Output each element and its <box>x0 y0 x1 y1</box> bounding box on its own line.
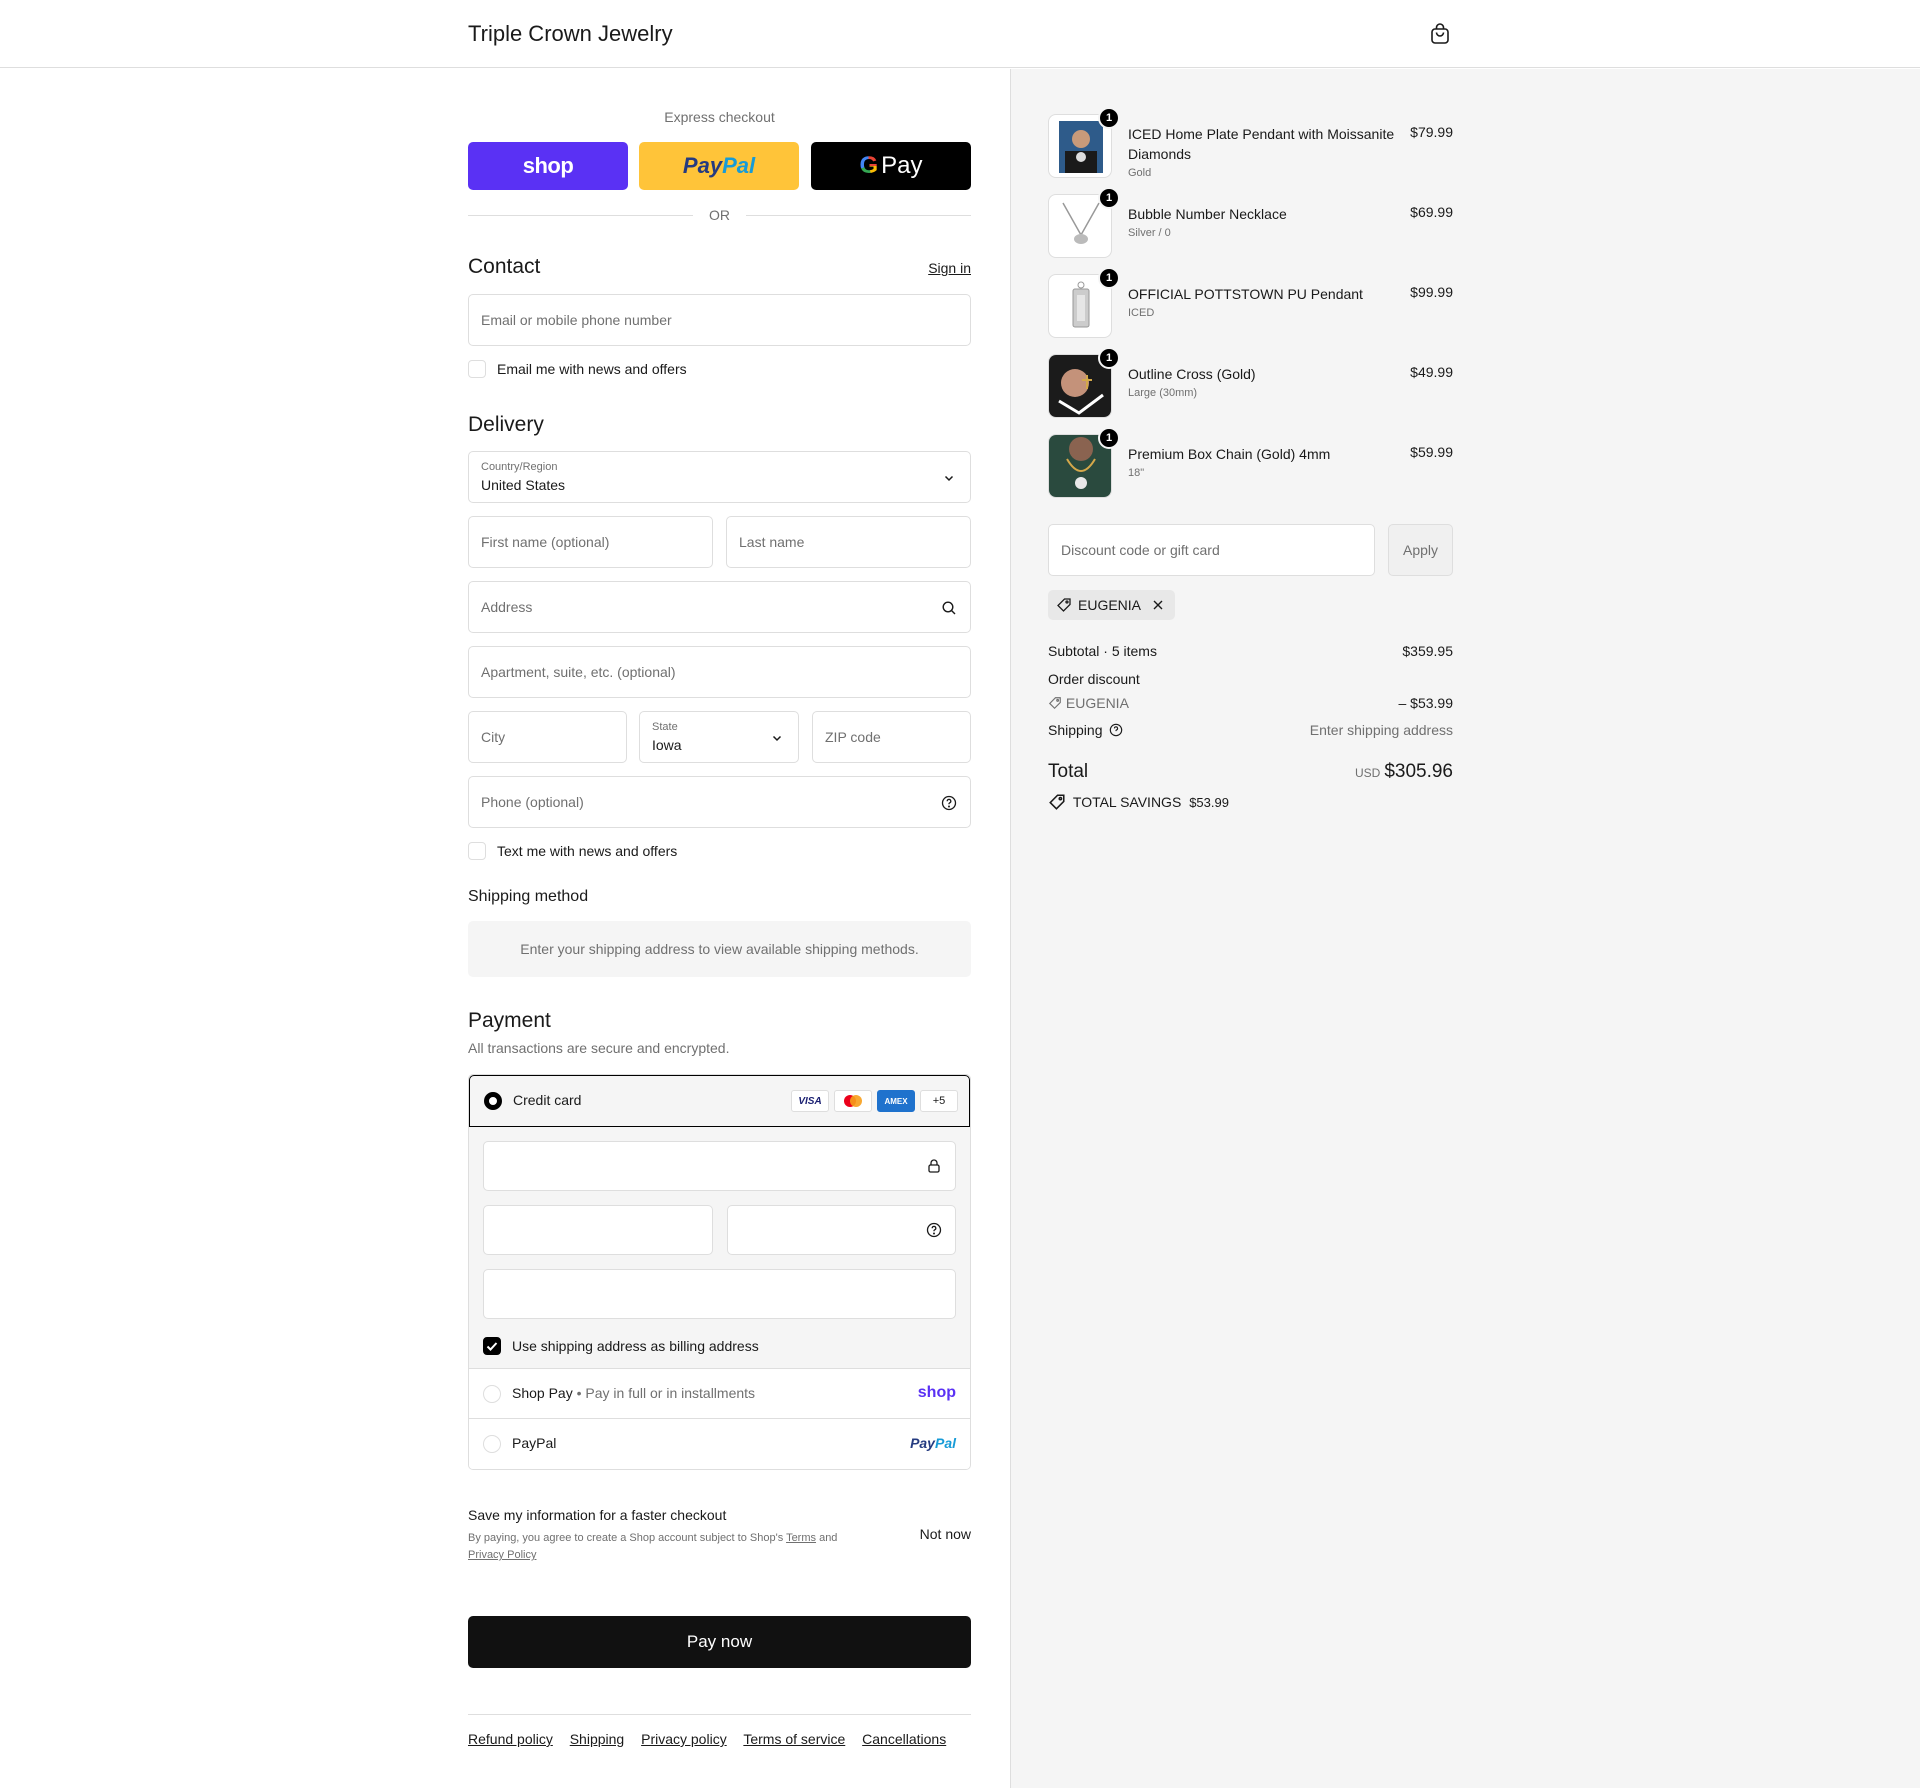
chevron-down-icon <box>944 475 954 482</box>
privacy-policy-link[interactable]: Privacy Policy <box>468 1549 536 1561</box>
quantity-badge: 1 <box>1098 267 1120 289</box>
text-news-label: Text me with news and offers <box>497 843 678 859</box>
lock-icon <box>928 1159 940 1173</box>
refund-policy-link[interactable]: Refund policy <box>468 1731 553 1747</box>
security-code-field[interactable] <box>727 1205 956 1255</box>
help-circle-icon[interactable] <box>926 1222 942 1238</box>
or-divider: OR <box>468 205 971 225</box>
paypal-option[interactable]: PayPal PayPal <box>469 1419 970 1469</box>
email-news-checkbox[interactable] <box>468 360 486 378</box>
amex-icon: AMEX <box>877 1090 915 1112</box>
text-news-checkbox[interactable] <box>468 842 486 860</box>
close-icon[interactable] <box>1151 598 1165 612</box>
terms-of-service-link[interactable]: Terms of service <box>743 1731 845 1747</box>
footer-divider <box>468 1714 971 1715</box>
visa-icon: VISA <box>791 1090 829 1112</box>
paypal-logo: PayPal <box>910 1435 956 1451</box>
name-on-card-field[interactable] <box>483 1269 956 1319</box>
shopping-bag-icon[interactable] <box>1428 22 1452 46</box>
email-news-label: Email me with news and offers <box>497 361 687 377</box>
country-select[interactable]: Country/Region United States <box>468 451 971 503</box>
paypal-radio[interactable] <box>483 1435 501 1453</box>
quantity-badge: 1 <box>1098 187 1120 209</box>
quantity-badge: 1 <box>1098 107 1120 129</box>
delivery-heading: Delivery <box>468 413 544 436</box>
help-circle-icon[interactable] <box>1109 723 1123 737</box>
payment-heading: Payment <box>468 1009 551 1032</box>
credit-card-option[interactable]: Credit card VISA AMEX +5 <box>469 1075 970 1127</box>
state-select[interactable]: State Iowa <box>639 711 799 763</box>
apartment-field[interactable]: Apartment, suite, etc. (optional) <box>468 646 971 698</box>
last-name-field[interactable]: Last name <box>726 516 971 568</box>
pay-now-button[interactable]: Pay now <box>468 1616 971 1668</box>
first-name-field[interactable]: First name (optional) <box>468 516 713 568</box>
tag-icon <box>1057 598 1071 612</box>
cancellations-link[interactable]: Cancellations <box>862 1731 946 1747</box>
footer-links: Refund policy Shipping Privacy policy Te… <box>468 1731 959 1747</box>
shipping-method-placeholder: Enter your shipping address to view avai… <box>468 921 971 977</box>
sign-in-link[interactable]: Sign in <box>928 260 971 276</box>
not-now-button[interactable]: Not now <box>920 1526 971 1542</box>
credit-card-form: Use shipping address as billing address <box>469 1127 970 1369</box>
line-item: 1 OFFICIAL POTTSTOWN PU Pendant ICED $99.… <box>1048 267 1453 340</box>
express-checkout-title: Express checkout <box>664 109 775 125</box>
more-cards-badge: +5 <box>920 1090 958 1112</box>
line-item: 1 Premium Box Chain (Gold) 4mm 18" $59.99 <box>1048 427 1453 500</box>
shipping-link[interactable]: Shipping <box>570 1731 625 1747</box>
search-icon <box>942 601 956 615</box>
applied-discount-tag: EUGENIA <box>1048 590 1176 620</box>
shop-terms-link[interactable]: Terms <box>786 1532 816 1544</box>
discount-code-field[interactable]: Discount code or gift card <box>1048 524 1375 576</box>
discount-code-row: EUGENIA – $53.99 <box>1048 695 1453 711</box>
shop-pay-express-button[interactable]: shop <box>468 142 628 190</box>
card-number-field[interactable] <box>483 1141 956 1191</box>
paypal-express-button[interactable]: Pay Pal <box>639 142 799 190</box>
total-savings-row: TOTAL SAVINGS $53.99 <box>1048 793 1453 811</box>
shipping-row: Shipping Enter shipping address <box>1048 722 1453 738</box>
line-item: 1 Outline Cross (Gold) Large (30mm) $49.9… <box>1048 347 1453 420</box>
credit-card-radio[interactable] <box>484 1092 502 1110</box>
store-name[interactable]: Triple Crown Jewelry <box>468 21 673 47</box>
expiration-date-field[interactable] <box>483 1205 713 1255</box>
billing-address-checkbox[interactable] <box>483 1337 501 1355</box>
shop-pay-radio[interactable] <box>483 1385 501 1403</box>
phone-field[interactable]: Phone (optional) <box>468 776 971 828</box>
line-item: 1 Bubble Number Necklace Silver / 0 $69.9… <box>1048 187 1453 260</box>
payment-methods: Credit card VISA AMEX +5 Use shipping ad… <box>468 1074 971 1470</box>
shop-pay-option[interactable]: Shop Pay • Pay in full or in installment… <box>469 1369 970 1419</box>
help-circle-icon[interactable] <box>941 795 957 811</box>
tag-icon <box>1049 794 1065 810</box>
shipping-method-heading: Shipping method <box>468 888 589 905</box>
subtotal-row: Subtotal · 5 items $359.95 <box>1048 643 1453 659</box>
mastercard-icon <box>834 1090 872 1112</box>
zip-field[interactable]: ZIP code <box>812 711 971 763</box>
privacy-policy-footer-link[interactable]: Privacy policy <box>641 1731 727 1747</box>
tag-icon <box>1048 697 1061 710</box>
header: Triple Crown Jewelry <box>0 0 1920 68</box>
address-field[interactable]: Address <box>468 581 971 633</box>
save-info-text: By paying, you agree to create a Shop ac… <box>468 1532 838 1561</box>
quantity-badge: 1 <box>1098 427 1120 449</box>
contact-heading: Contact <box>468 255 541 278</box>
chevron-down-icon <box>772 735 782 742</box>
google-pay-express-button[interactable]: G Pay <box>811 142 971 190</box>
line-item: 1 ICED Home Plate Pendant with Moissanit… <box>1048 107 1453 180</box>
email-field[interactable]: Email or mobile phone number <box>468 294 971 346</box>
apply-discount-button[interactable]: Apply <box>1388 524 1453 576</box>
city-field[interactable]: City <box>468 711 627 763</box>
google-g-icon: G <box>859 152 879 179</box>
checkmark-icon <box>486 1342 498 1351</box>
payment-subtitle: All transactions are secure and encrypte… <box>468 1040 730 1056</box>
billing-address-label: Use shipping address as billing address <box>512 1338 759 1354</box>
quantity-badge: 1 <box>1098 347 1120 369</box>
order-discount-row: Order discount <box>1048 671 1140 687</box>
total-row: Total USD $305.96 <box>1048 761 1453 782</box>
save-info-title: Save my information for a faster checkou… <box>468 1507 727 1523</box>
shop-pay-logo: shop <box>917 1384 956 1401</box>
